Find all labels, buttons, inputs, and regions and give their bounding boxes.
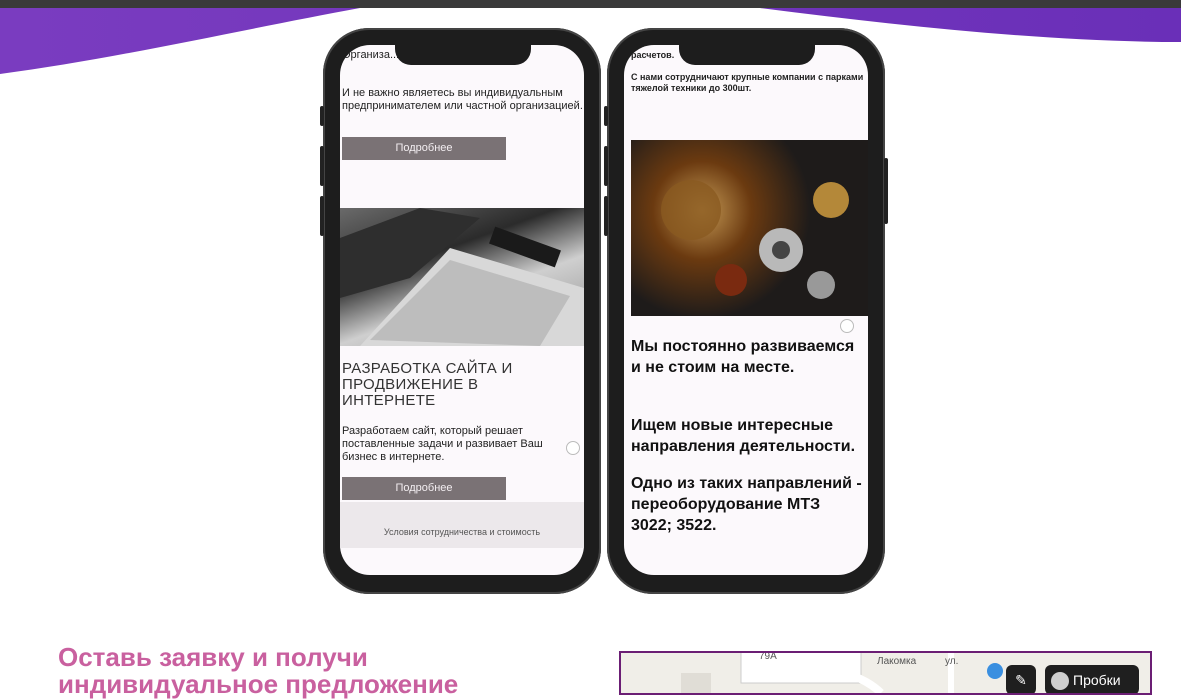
map-label-house: 79А xyxy=(759,651,777,662)
map-label-street: ул. xyxy=(945,656,959,667)
traffic-button[interactable]: Пробки xyxy=(1045,665,1139,693)
phone-side-button xyxy=(884,158,888,224)
phone-side-button xyxy=(320,196,324,236)
phone-notch xyxy=(679,43,815,65)
details-button[interactable]: Подробнее xyxy=(342,137,506,160)
phone-screen: Организа... необходимость! И не важно яв… xyxy=(340,45,584,575)
ruler-icon[interactable]: ✎ xyxy=(1006,665,1036,693)
phone-mockup-right: расчетов. С нами сотрудничают крупные ко… xyxy=(604,28,888,594)
screen-text: С нами сотрудничают крупные компании с п… xyxy=(631,72,864,93)
phone-side-button xyxy=(604,106,608,126)
map-pin-icon[interactable] xyxy=(987,663,1003,679)
section-text: Ищем новые интересные направления деятел… xyxy=(631,417,856,455)
laptop-photo xyxy=(340,208,584,346)
section-text: Одно из таких направлений - переоборудов… xyxy=(631,475,862,534)
phone-side-button xyxy=(604,146,608,186)
phone-screen: расчетов. С нами сотрудничают крупные ко… xyxy=(624,45,868,575)
radio-circle xyxy=(566,441,580,455)
phone-mockup-left: Организа... необходимость! И не важно яв… xyxy=(320,28,601,594)
cta-title: Оставь заявку и получи индивидуальное пр… xyxy=(58,642,459,699)
map-widget[interactable]: 79А Лакомка ул. ✎ Пробки xyxy=(619,651,1152,695)
radio-circle xyxy=(840,319,854,333)
screen-text: И не важно являетесь вы индивидуальным п… xyxy=(342,87,583,112)
phone-side-button xyxy=(604,196,608,236)
phone-notch xyxy=(395,43,531,65)
traffic-indicator-icon xyxy=(1051,672,1069,691)
phone-side-button xyxy=(320,146,324,186)
engine-photo xyxy=(631,140,868,316)
details-button[interactable]: Подробнее xyxy=(342,477,506,500)
traffic-button-label: Пробки xyxy=(1073,672,1121,688)
section-text: Мы постоянно развиваемся и не стоим на м… xyxy=(631,338,855,376)
top-bar xyxy=(0,0,1181,8)
map-label-place: Лакомка xyxy=(877,656,917,667)
footer-link[interactable]: Условия сотрудничества и стоимость xyxy=(340,502,584,548)
section-heading: РАЗРАБОТКА САЙТА И ПРОДВИЖЕНИЕ В ИНТЕРНЕ… xyxy=(342,360,513,409)
section-body: Разработаем сайт, который решает поставл… xyxy=(342,425,543,463)
phone-side-button xyxy=(320,106,324,126)
